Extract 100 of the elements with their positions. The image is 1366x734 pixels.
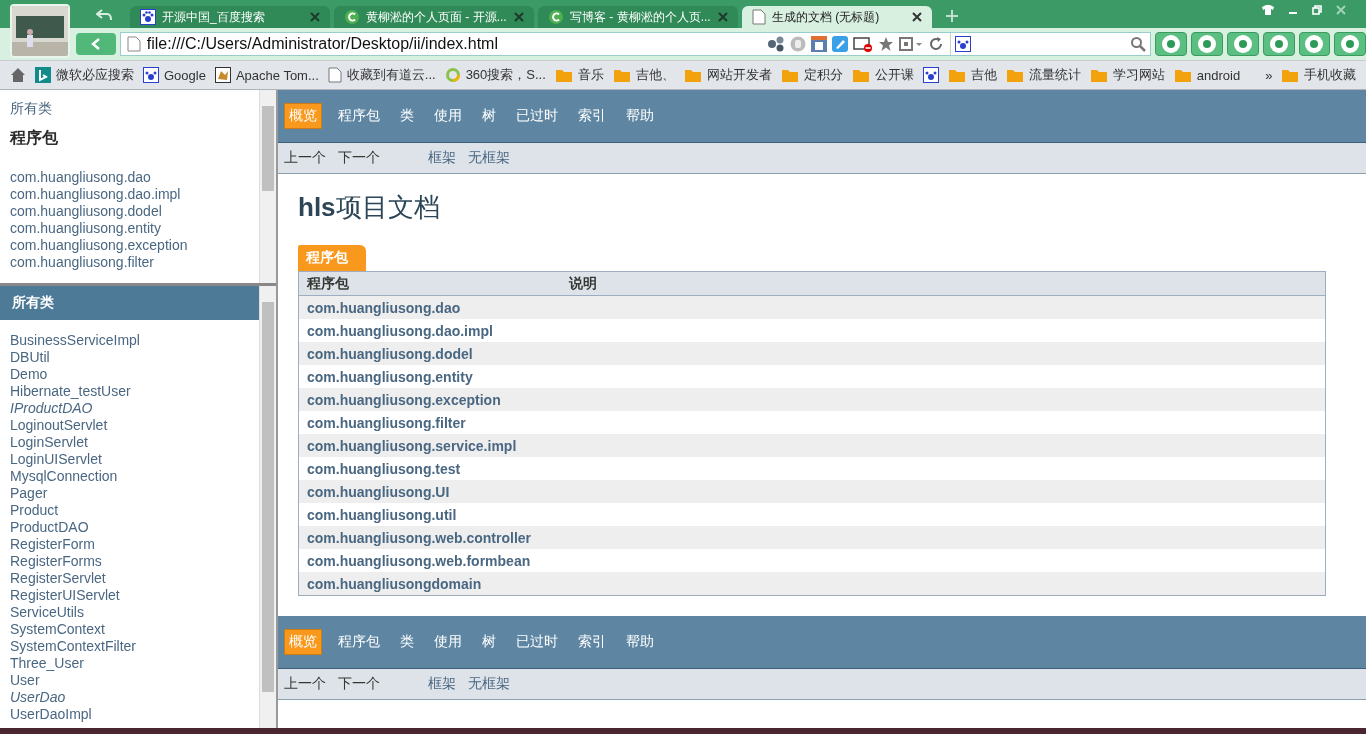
- bookmark[interactable]: Apache Tom...: [214, 67, 319, 83]
- package-link[interactable]: com.huangliusong.filter: [0, 254, 259, 271]
- bookmark[interactable]: [922, 67, 939, 83]
- nav-link[interactable]: 已过时: [512, 104, 562, 128]
- class-link[interactable]: RegisterServlet: [0, 570, 259, 587]
- bookmark[interactable]: 360搜索，S...: [444, 66, 546, 84]
- restore-icon[interactable]: [1312, 5, 1322, 15]
- class-link[interactable]: RegisterForms: [0, 553, 259, 570]
- package-link[interactable]: com.huangliusong.service.impl: [299, 437, 517, 454]
- nav-link[interactable]: 树: [478, 104, 500, 128]
- package-link[interactable]: com.huangliusong.dao.impl: [299, 322, 493, 339]
- class-link[interactable]: ProductDAO: [0, 519, 259, 536]
- nav-link[interactable]: 树: [478, 630, 500, 654]
- nav-link[interactable]: 类: [396, 630, 418, 654]
- nav-link[interactable]: 程序包: [334, 104, 384, 128]
- bookmark[interactable]: 手机收藏: [1281, 66, 1357, 84]
- browser-tab[interactable]: 黄柳淞的个人页面 - 开源...: [334, 6, 534, 28]
- shirt-icon[interactable]: [1262, 5, 1274, 15]
- class-link[interactable]: ServiceUtils: [0, 604, 259, 621]
- bookmark[interactable]: 学习网站: [1089, 66, 1165, 84]
- class-link[interactable]: MysqlConnection: [0, 468, 259, 485]
- class-link[interactable]: DBUtil: [0, 349, 259, 366]
- package-link[interactable]: com.huangliusong.exception: [299, 391, 501, 408]
- class-link[interactable]: SystemContextFilter: [0, 638, 259, 655]
- package-link[interactable]: com.huangliusongdomain: [299, 575, 482, 592]
- nav-link[interactable]: 帮助: [622, 630, 658, 654]
- class-link[interactable]: LoginUIServlet: [0, 451, 259, 468]
- package-link[interactable]: com.huangliusong.dodel: [0, 203, 259, 220]
- nav-link[interactable]: 类: [396, 104, 418, 128]
- package-link[interactable]: com.huangliusong.UI: [299, 483, 450, 500]
- pen-icon[interactable]: [832, 36, 849, 52]
- class-link[interactable]: Three_User: [0, 655, 259, 672]
- package-link[interactable]: com.huangliusong.exception: [0, 237, 259, 254]
- package-link[interactable]: com.huangliusong.dodel: [299, 345, 473, 362]
- nav-link[interactable]: 程序包: [334, 630, 384, 654]
- close-icon[interactable]: [912, 12, 922, 22]
- back-button[interactable]: [76, 33, 116, 55]
- class-link[interactable]: UserDao: [0, 689, 259, 706]
- package-link[interactable]: com.huangliusong.dao.impl: [0, 186, 259, 203]
- new-tab-icon[interactable]: [946, 10, 958, 22]
- package-link[interactable]: com.huangliusong.entity: [299, 368, 473, 385]
- more-bookmarks-button[interactable]: »: [1265, 67, 1273, 83]
- class-link[interactable]: User: [0, 672, 259, 689]
- bookmark[interactable]: 定积分: [780, 66, 843, 84]
- address-bar[interactable]: file:///C:/Users/Administrator/Desktop/ii/index.html: [119, 32, 1152, 56]
- class-link[interactable]: RegisterForm: [0, 536, 259, 553]
- bookmark[interactable]: 流量统计: [1005, 66, 1081, 84]
- bookmark[interactable]: 吉他: [947, 66, 997, 84]
- undo-icon[interactable]: [96, 9, 112, 21]
- package-link[interactable]: com.huangliusong.dao: [0, 169, 259, 186]
- frame-link[interactable]: 框架: [428, 149, 456, 167]
- nav-link[interactable]: 帮助: [622, 104, 658, 128]
- class-link[interactable]: Hibernate_testUser: [0, 383, 259, 400]
- translate-icon[interactable]: [811, 36, 828, 52]
- class-link[interactable]: LoginServlet: [0, 434, 259, 451]
- bookmark[interactable]: android: [1173, 67, 1241, 83]
- class-link[interactable]: LoginoutServlet: [0, 417, 259, 434]
- class-link[interactable]: Demo: [0, 366, 259, 383]
- bookmark[interactable]: 网站开发者: [683, 66, 772, 84]
- bookmark[interactable]: 公开课: [851, 66, 914, 84]
- frame-link[interactable]: 无框架: [468, 149, 510, 167]
- nav-link[interactable]: 已过时: [512, 630, 562, 654]
- package-link[interactable]: com.huangliusong.web.formbean: [299, 552, 531, 569]
- package-link[interactable]: com.huangliusong.dao: [299, 299, 461, 316]
- bookmark[interactable]: 吉他、: [612, 66, 675, 84]
- bookmark[interactable]: 收藏到有道云...: [327, 66, 436, 84]
- bookmark[interactable]: 微软必应搜索: [35, 66, 134, 84]
- window-block-icon[interactable]: [853, 36, 874, 52]
- browser-tab[interactable]: 开源中国_百度搜索: [130, 6, 330, 28]
- package-link[interactable]: com.huangliusong.util: [299, 506, 457, 523]
- user-avatar[interactable]: [10, 4, 70, 58]
- home-icon[interactable]: [10, 67, 26, 83]
- folder-icon: [612, 67, 631, 83]
- bookmark[interactable]: 音乐: [554, 66, 604, 84]
- frame-link[interactable]: 无框架: [468, 675, 510, 693]
- class-link[interactable]: SystemContext: [0, 621, 259, 638]
- all-classes-link[interactable]: 所有类: [0, 90, 259, 118]
- class-link[interactable]: BusinessServiceImpl: [0, 332, 259, 349]
- scrollbar[interactable]: [259, 90, 276, 283]
- frame-link[interactable]: 框架: [428, 675, 456, 693]
- browser-tab[interactable]: 生成的文档 (无标题): [742, 6, 932, 28]
- scrollbar[interactable]: [259, 286, 276, 728]
- nav-link[interactable]: 使用: [430, 630, 466, 654]
- nav-link[interactable]: 索引: [574, 630, 610, 654]
- package-link[interactable]: com.huangliusong.filter: [299, 414, 466, 431]
- class-link[interactable]: Pager: [0, 485, 259, 502]
- nav-link[interactable]: 使用: [430, 104, 466, 128]
- package-link[interactable]: com.huangliusong.web.controller: [299, 529, 531, 546]
- class-link[interactable]: IProductDAO: [0, 400, 259, 417]
- browser-tab[interactable]: 写博客 - 黄柳淞的个人页...: [538, 6, 738, 28]
- package-link[interactable]: com.huangliusong.test: [299, 460, 461, 477]
- qr-code-icon[interactable]: [899, 36, 924, 52]
- package-link[interactable]: com.huangliusong.entity: [0, 220, 259, 237]
- class-link[interactable]: Product: [0, 502, 259, 519]
- class-link[interactable]: RegisterUIServlet: [0, 587, 259, 604]
- search-icon[interactable]: [1130, 36, 1147, 52]
- bookmark[interactable]: Google: [143, 67, 206, 83]
- class-link[interactable]: UserDaoImpl: [0, 706, 259, 723]
- reload-icon[interactable]: [928, 36, 945, 52]
- nav-link[interactable]: 索引: [574, 104, 610, 128]
